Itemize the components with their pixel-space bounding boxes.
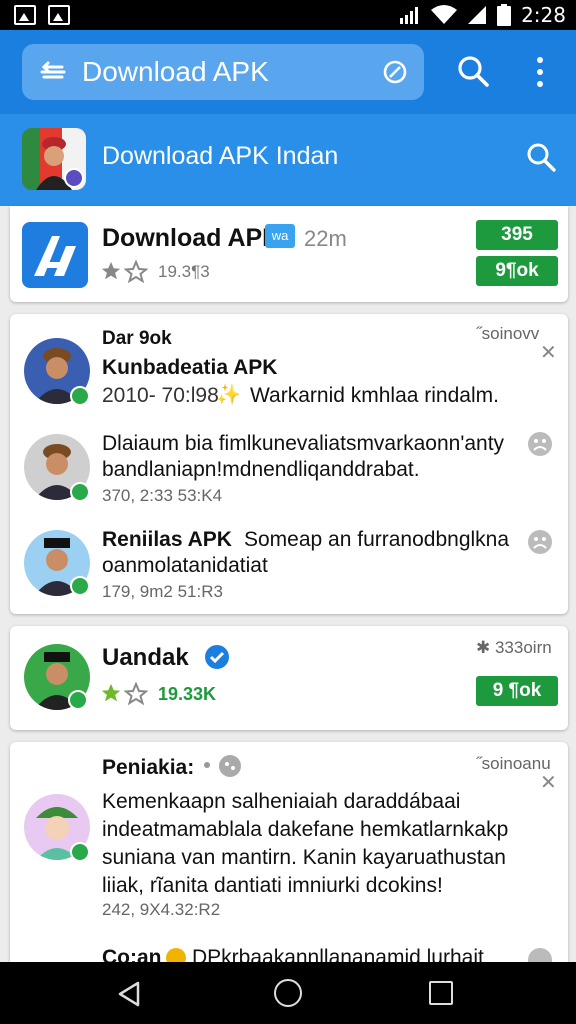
back-icon[interactable] [116,980,142,1008]
item-meta: 179, 9m2 51:R3 [102,582,223,601]
post-author[interactable]: Peniakia: [102,756,194,780]
item-text: oanmolatanidatiat [102,554,268,577]
post-body-line: indeatmamablala dakefane hemkatlarnkakp [102,818,509,841]
post-body-line: suniana van mantirn. Kanin kayaruathusta… [102,846,506,869]
star-outline-icon [124,260,148,284]
emoji-icon: ✨ [216,384,241,406]
news-feed-card: ˝soinovv ✕ Dar 9ok Kunbadeatia APK 2010-… [10,314,568,614]
verified-icon [205,645,229,669]
rating-count: 19.33K [158,684,217,704]
search-menu-icon[interactable] [40,58,68,86]
item-text: Warkarnid kmhlaa rindalm. [250,384,499,407]
item-meta: 370, 2:33 53:K4 [102,486,223,505]
clear-search-icon[interactable] [382,59,408,85]
item-text[interactable]: Dlaiaum bia fimlkunevaliatsmvarkaonn'ant… [102,432,504,456]
app-header-strip: Download APK Indan [0,114,576,206]
item-text: Someap an furranodbnglkna [244,528,510,551]
close-icon[interactable]: ✕ [540,770,557,795]
search-icon[interactable] [456,54,490,88]
globe-icon [219,755,241,777]
card-timestamp: ✱ 333oirn [476,638,552,657]
rating-stars [100,260,148,284]
star-filled-icon [101,683,121,702]
app-icon[interactable] [22,128,86,190]
star-filled-icon [101,261,121,280]
separator-dot [204,762,210,768]
item-time: 2010- 70:l98 [102,384,219,407]
search-box[interactable]: Download APK [22,44,424,100]
item-title[interactable]: Kunbadeatia APK [102,356,277,380]
profile-card[interactable]: Uandak ✱ 333oirn 19.33K 9 ¶ok [10,626,568,730]
online-badge [70,482,90,502]
signal-icon [400,7,419,24]
post-body-line: Kemenkaapn salheniaiah daraddábaai [102,790,461,813]
online-badge [70,576,90,596]
app-title[interactable]: Download APK [102,224,280,253]
cell-signal-icon [468,6,487,24]
status-bar: 2:28 [0,0,576,30]
close-icon[interactable]: ✕ [540,340,557,365]
rating-stars [100,682,148,706]
search-input[interactable]: Download APK [82,56,382,88]
reaction-icon[interactable] [526,528,554,556]
star-outline-icon [124,682,148,706]
item-title[interactable]: Reniilas APK [102,528,232,552]
reaction-icon[interactable] [526,430,554,458]
recent-apps-icon[interactable] [429,981,453,1005]
online-badge [70,386,90,406]
item-text: bandlaniapn!mdnendliqanddrabat. [102,458,420,481]
post-body-line: liiak, rĩanita dantiati imniurki dcokin… [102,874,443,897]
app-listing-card[interactable]: Download APK wa 22m 19.3¶3 395 9¶ok [10,206,568,302]
install-count-button[interactable]: 395 [476,220,558,250]
wifi-icon [431,5,458,24]
gallery-notification-icon [48,5,70,25]
card-timestamp: ˝soinovv [476,324,540,343]
profile-name[interactable]: Uandak [102,644,189,672]
post-card: Peniakia: ˝soinoanu ✕ Kemenkaapn salheni… [10,742,568,972]
online-badge [70,842,90,862]
navigation-bar [0,962,576,1024]
search-icon[interactable] [524,140,558,174]
download-button[interactable]: 9¶ok [476,256,558,286]
online-badge [68,690,88,710]
home-icon[interactable] [274,979,302,1007]
apk-logo-icon [22,222,88,288]
download-button[interactable]: 9 ¶ok [476,676,558,706]
item-label: Dar 9ok [102,328,172,349]
post-time: 22m [304,226,347,251]
image-notification-icon [14,5,36,25]
rating-count: 19.3¶3 [158,262,210,281]
post-meta: 242, 9X4.32:R2 [102,900,221,919]
status-time: 2:28 [521,3,566,27]
verified-badge: wa [265,224,295,248]
more-options-icon[interactable] [528,54,552,90]
app-header-title: Download APK Indan [102,142,339,170]
battery-icon [497,4,512,26]
app-bar: Download APK [0,30,576,114]
